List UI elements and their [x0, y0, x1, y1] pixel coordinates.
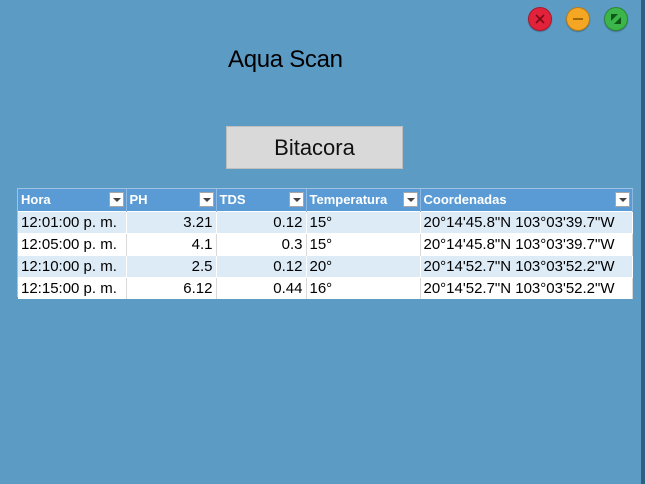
- column-label: Hora: [21, 192, 51, 207]
- cell-ph[interactable]: 2.5: [126, 255, 217, 278]
- cell-ph[interactable]: 3.21: [126, 211, 217, 234]
- cell-ph[interactable]: 4.1: [126, 233, 217, 256]
- column-header-ph: PH: [126, 189, 217, 212]
- cell-tds[interactable]: 0.44: [216, 277, 307, 299]
- cell-coordenadas[interactable]: 20°14'52.7"N 103°03'52.2"W: [420, 255, 633, 278]
- table-row[interactable]: 12:10:00 p. m. 2.5 0.12 20° 20°14'52.7"N…: [18, 255, 633, 278]
- cell-coordenadas[interactable]: 20°14'45.8"N 103°03'39.7"W: [420, 211, 633, 234]
- cell-ph[interactable]: 6.12: [126, 277, 217, 299]
- minimize-button[interactable]: [566, 7, 590, 31]
- app-title: Aqua Scan: [228, 46, 343, 73]
- table-row[interactable]: 12:01:00 p. m. 3.21 0.12 15° 20°14'45.8"…: [18, 211, 633, 234]
- data-table: Hora PH TDS Temperatura Coordenadas 12:0…: [17, 188, 633, 299]
- cell-coordenadas[interactable]: 20°14'45.8"N 103°03'39.7"W: [420, 233, 633, 256]
- cell-temperatura[interactable]: 15°: [306, 211, 421, 234]
- cell-hora[interactable]: 12:05:00 p. m.: [18, 233, 127, 256]
- column-label: Temperatura: [309, 192, 388, 207]
- close-button[interactable]: [528, 7, 552, 31]
- column-label: TDS: [219, 192, 246, 207]
- filter-dropdown-icon[interactable]: [198, 192, 214, 207]
- cell-tds[interactable]: 0.12: [216, 211, 307, 234]
- cell-temperatura[interactable]: 20°: [306, 255, 421, 278]
- column-header-coordenadas: Coordenadas: [420, 189, 633, 212]
- table-header-row: Hora PH TDS Temperatura Coordenadas: [18, 189, 633, 212]
- cell-hora[interactable]: 12:01:00 p. m.: [18, 211, 127, 234]
- column-header-hora: Hora: [18, 189, 127, 212]
- close-icon: [535, 14, 545, 24]
- bitacora-button[interactable]: Bitacora: [226, 126, 403, 169]
- cell-hora[interactable]: 12:15:00 p. m.: [18, 277, 127, 299]
- column-label: PH: [129, 192, 148, 207]
- table-row[interactable]: 12:05:00 p. m. 4.1 0.3 15° 20°14'45.8"N …: [18, 233, 633, 256]
- column-header-tds: TDS: [216, 189, 307, 212]
- filter-dropdown-icon[interactable]: [402, 192, 418, 207]
- maximize-button[interactable]: [604, 7, 628, 31]
- filter-dropdown-icon[interactable]: [614, 192, 630, 207]
- filter-dropdown-icon[interactable]: [108, 192, 124, 207]
- cell-temperatura[interactable]: 16°: [306, 277, 421, 299]
- window-edge: [641, 0, 645, 484]
- cell-coordenadas[interactable]: 20°14'52.7"N 103°03'52.2"W: [420, 277, 633, 299]
- minimize-icon: [573, 18, 583, 20]
- column-label: Coordenadas: [423, 192, 507, 207]
- filter-dropdown-icon[interactable]: [288, 192, 304, 207]
- cell-hora[interactable]: 12:10:00 p. m.: [18, 255, 127, 278]
- cell-temperatura[interactable]: 15°: [306, 233, 421, 256]
- cell-tds[interactable]: 0.12: [216, 255, 307, 278]
- table-row[interactable]: 12:15:00 p. m. 6.12 0.44 16° 20°14'52.7"…: [18, 277, 633, 299]
- maximize-icon: [611, 14, 621, 24]
- column-header-temperatura: Temperatura: [306, 189, 421, 212]
- cell-tds[interactable]: 0.3: [216, 233, 307, 256]
